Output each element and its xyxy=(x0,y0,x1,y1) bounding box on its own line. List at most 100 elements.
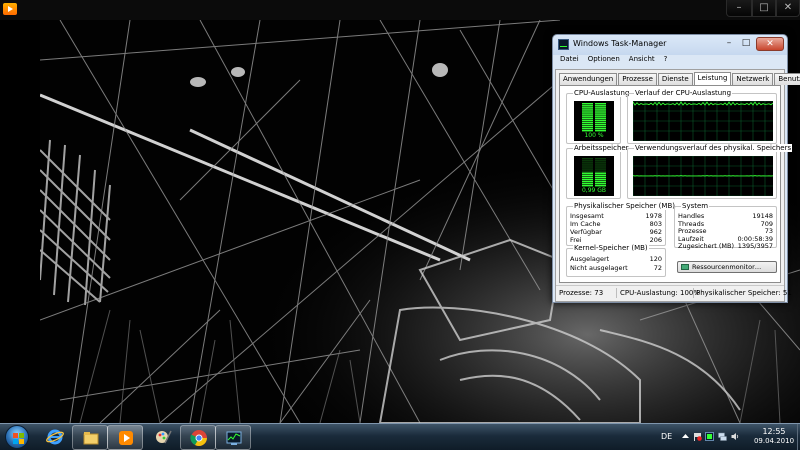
memory-meter-segment xyxy=(582,166,593,168)
cpu-history-line xyxy=(633,101,773,106)
task-manager-titlebar[interactable]: Windows Task-Manager – □ ✕ xyxy=(553,35,787,55)
start-orb-icon xyxy=(5,425,29,449)
taskbar-internet-explorer[interactable] xyxy=(37,425,73,450)
stat-value: 1395/3957 xyxy=(737,242,773,250)
cpu-usage-group: CPU-Auslastung 100 % xyxy=(566,89,631,144)
flag-blue xyxy=(13,439,18,444)
cpu-meter-segment xyxy=(582,111,593,113)
cpu-meter-segment xyxy=(582,103,593,105)
flag-yellow xyxy=(19,439,24,444)
memory-meter: 0,99 GB xyxy=(574,156,614,196)
memory-meter-segment xyxy=(595,178,606,181)
action-center-flag-icon[interactable] xyxy=(693,432,702,441)
window-title: Windows Task-Manager xyxy=(573,39,667,48)
memory-meter-segment xyxy=(595,170,606,172)
cpu-history-plot xyxy=(633,101,773,141)
cpu-meter-segment xyxy=(595,115,606,117)
memory-meter-segment xyxy=(595,174,606,177)
status-bar: Prozesse: 73 CPU-Auslastung: 100% Physik… xyxy=(556,285,792,300)
cpu-meter-segment xyxy=(582,105,593,107)
stat-label: Ausgelagert xyxy=(570,255,610,263)
media-minimize-button[interactable]: – xyxy=(726,0,752,17)
cpu-meter-segment xyxy=(595,107,606,109)
stat-row: Zugesichert (MB) 1395/3957 xyxy=(678,242,773,250)
memory-meter-segment xyxy=(595,166,606,168)
task-manager-app-icon xyxy=(558,39,569,50)
stat-value: 1978 xyxy=(645,212,662,220)
memory-meter-segment xyxy=(582,164,593,166)
memory-meter-segment xyxy=(595,164,606,166)
memory-meter-segment xyxy=(582,160,593,162)
tab-dienste[interactable]: Dienste xyxy=(657,73,693,85)
taskbar-chrome[interactable] xyxy=(180,425,216,450)
status-separator xyxy=(616,288,617,298)
memory-meter-segment xyxy=(595,180,606,183)
cpu-meter-segment xyxy=(582,113,593,115)
resource-monitor-icon xyxy=(681,264,689,270)
memory-meter-segment xyxy=(582,172,593,174)
status-processes: Prozesse: 73 xyxy=(559,289,604,297)
start-button[interactable] xyxy=(3,424,31,450)
media-close-button[interactable]: ✕ xyxy=(776,0,800,17)
close-button[interactable]: ✕ xyxy=(756,37,784,51)
cpu-meter-segment xyxy=(582,109,593,111)
stat-value: 72 xyxy=(653,264,662,272)
memory-value: 0,99 GB xyxy=(581,187,607,194)
tab-benutzer[interactable]: Benutzer xyxy=(774,73,800,85)
minimize-button[interactable]: – xyxy=(721,37,737,51)
menu-optionen[interactable]: Optionen xyxy=(588,55,620,68)
taskbar-explorer[interactable] xyxy=(72,425,108,450)
cpu-meter-segment xyxy=(595,103,606,105)
task-manager-tray-icon[interactable] xyxy=(705,432,714,441)
media-window-titlebar: – □ ✕ xyxy=(0,0,800,20)
memory-history-group: Verwendungsverlauf des physikal. Speiche… xyxy=(627,144,793,199)
flag-red xyxy=(13,433,18,438)
menu-datei[interactable]: Datei xyxy=(560,55,579,68)
menu-help[interactable]: ? xyxy=(664,55,668,68)
resource-monitor-label: Ressourcenmonitor… xyxy=(692,263,762,271)
status-separator xyxy=(693,288,694,298)
cpu-meter-segment xyxy=(582,117,593,119)
cpu-meter-segment xyxy=(595,109,606,111)
tab-anwendungen[interactable]: Anwendungen xyxy=(559,73,618,85)
stat-row: Ausgelagert 120 xyxy=(570,255,662,263)
tab-prozesse[interactable]: Prozesse xyxy=(618,73,657,85)
clock-time[interactable]: 12:55 xyxy=(754,427,794,436)
stat-label: Im Cache xyxy=(570,220,601,228)
taskbar-paint[interactable] xyxy=(145,425,181,450)
cpu-meter-segment xyxy=(595,127,606,130)
cpu-meter-segment xyxy=(595,125,606,128)
media-maximize-button[interactable]: □ xyxy=(752,0,776,17)
media-player-icon xyxy=(119,431,133,445)
clock-date[interactable]: 09.04.2010 xyxy=(752,437,796,445)
tab-leistung[interactable]: Leistung xyxy=(693,72,732,85)
media-app-icon xyxy=(3,3,17,15)
language-indicator[interactable]: DE xyxy=(661,432,672,441)
memory-meter-segment xyxy=(582,168,593,170)
chrome-icon xyxy=(190,430,207,447)
network-icon[interactable] xyxy=(718,432,727,441)
volume-icon[interactable] xyxy=(731,432,740,441)
cpu-usage-value: 100 % xyxy=(584,132,604,139)
physical-memory-group: Physikalischer Speicher (MB) Insgesamt 1… xyxy=(566,202,676,246)
show-hidden-icons-icon[interactable] xyxy=(681,432,690,441)
memory-group: Arbeitsspeicher 0,99 GB xyxy=(566,144,630,199)
tab-netzwerk[interactable]: Netzwerk xyxy=(732,73,774,85)
cpu-usage-label: CPU-Auslastung xyxy=(573,89,631,97)
tab-strip: Anwendungen Prozesse Dienste Leistung Ne… xyxy=(559,72,800,85)
taskbar-media-player[interactable] xyxy=(107,425,143,450)
stat-row: Insgesamt 1978 xyxy=(570,212,662,220)
cpu-meter-segment xyxy=(582,121,593,124)
memory-meter-segment xyxy=(582,158,593,160)
menu-ansicht[interactable]: Ansicht xyxy=(629,55,655,68)
cpu-meter-segment xyxy=(582,127,593,130)
stat-value: 206 xyxy=(649,236,662,244)
cpu-meter-segment xyxy=(582,123,593,126)
taskbar-task-manager[interactable] xyxy=(215,425,251,450)
resource-monitor-button[interactable]: Ressourcenmonitor… xyxy=(677,261,777,273)
cpu-meter-segment xyxy=(595,111,606,113)
memory-meter-segment xyxy=(582,182,593,185)
memory-meter-segment xyxy=(582,170,593,172)
maximize-button[interactable]: □ xyxy=(738,37,754,51)
cpu-usage-meter: 100 % xyxy=(574,101,614,141)
